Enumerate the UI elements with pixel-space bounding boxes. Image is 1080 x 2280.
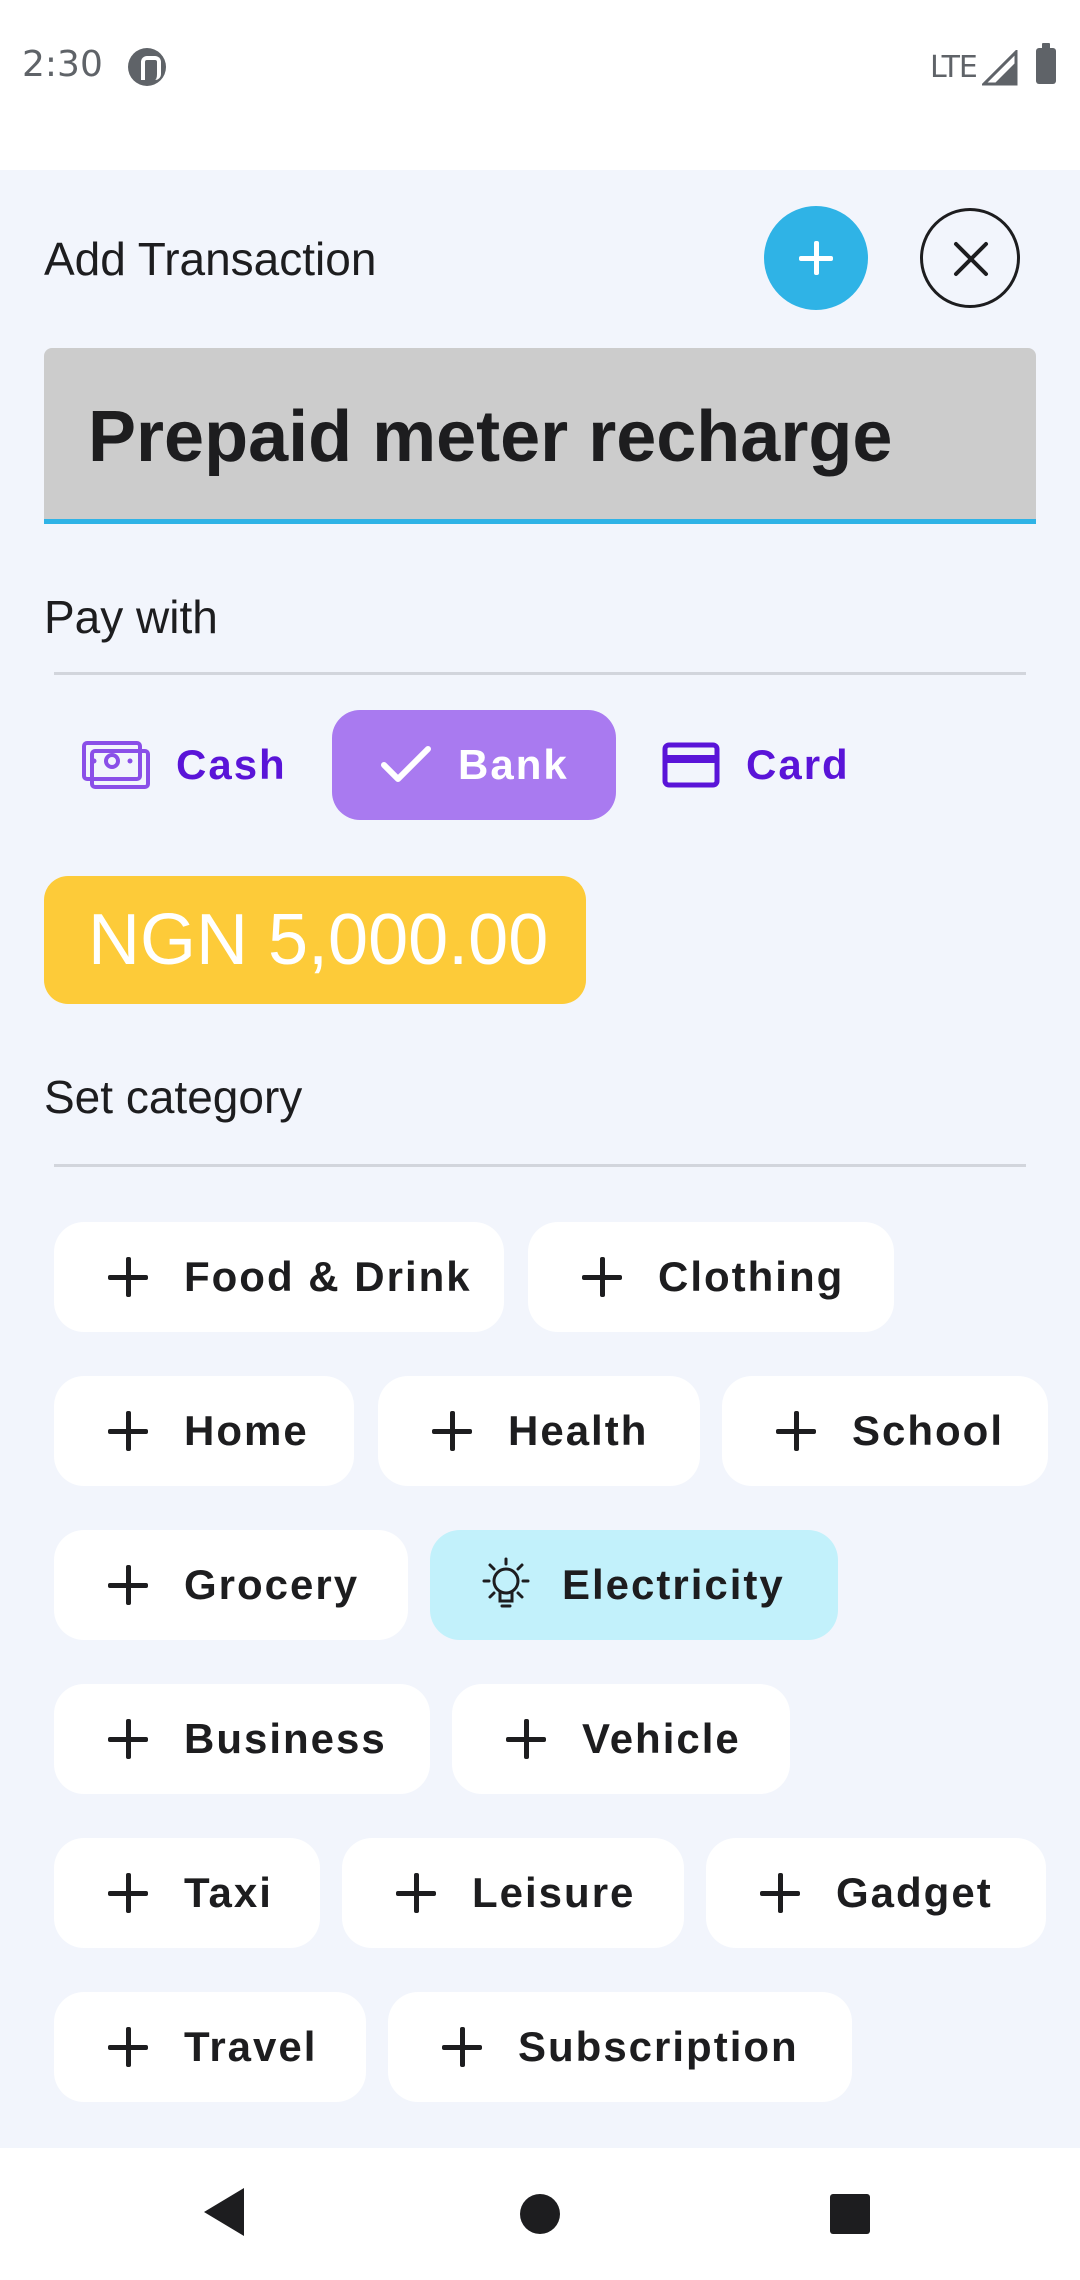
category-chip-business[interactable]: Business — [54, 1684, 430, 1794]
home-circle-icon[interactable] — [520, 2194, 560, 2234]
category-chip-label: Grocery — [184, 1561, 360, 1608]
cash-icon — [82, 741, 150, 789]
lightbulb-icon — [482, 1557, 530, 1608]
category-chip-food-drink[interactable]: Food & Drink — [54, 1222, 504, 1332]
category-chip-taxi[interactable]: Taxi — [54, 1838, 320, 1948]
amount-value: NGN 5,000.00 — [88, 900, 549, 980]
plus-icon — [582, 1257, 622, 1297]
plus-icon — [396, 1873, 436, 1913]
category-divider — [54, 1164, 1026, 1167]
back-triangle-icon[interactable] — [204, 2188, 244, 2236]
app-notification-icon — [128, 48, 166, 86]
category-chip-home[interactable]: Home — [54, 1376, 354, 1486]
plus-icon — [108, 1565, 148, 1605]
checkmark-icon — [381, 746, 431, 782]
pay-option-label: Bank — [458, 741, 569, 788]
category-chip-label: Electricity — [562, 1561, 785, 1608]
signal-icon — [982, 50, 1018, 86]
plus-icon — [108, 1873, 148, 1913]
add-transaction-sheet: Add Transaction Prepaid meter recharge P… — [0, 170, 1080, 2148]
status-time: 2:30 — [22, 44, 103, 85]
system-nav-bar — [0, 2148, 1080, 2280]
close-icon — [954, 242, 988, 276]
category-chip-subscription[interactable]: Subscription — [388, 1992, 852, 2102]
credit-card-icon — [662, 742, 720, 788]
pay-with-label: Pay with — [44, 591, 218, 643]
category-chip-travel[interactable]: Travel — [54, 1992, 366, 2102]
pay-option-cash[interactable]: Cash — [82, 710, 312, 820]
page-title: Add Transaction — [44, 233, 377, 285]
transaction-title-value: Prepaid meter recharge — [88, 397, 893, 477]
pay-option-bank[interactable]: Bank — [332, 710, 616, 820]
category-chip-label: Business — [184, 1715, 387, 1762]
category-chip-label: Gadget — [836, 1869, 993, 1916]
add-button[interactable] — [764, 206, 868, 310]
category-chip-gadget[interactable]: Gadget — [706, 1838, 1046, 1948]
plus-icon — [776, 1411, 816, 1451]
pay-option-card[interactable]: Card — [662, 710, 882, 820]
category-chip-label: Leisure — [472, 1869, 636, 1916]
plus-icon — [506, 1719, 546, 1759]
category-chip-label: Home — [184, 1407, 309, 1454]
amount-chip[interactable]: NGN 5,000.00 — [44, 876, 586, 1004]
set-category-label: Set category — [44, 1071, 303, 1123]
category-chip-label: Taxi — [184, 1869, 273, 1916]
category-chip-vehicle[interactable]: Vehicle — [452, 1684, 790, 1794]
category-chip-leisure[interactable]: Leisure — [342, 1838, 684, 1948]
category-chip-grocery[interactable]: Grocery — [54, 1530, 408, 1640]
plus-icon — [108, 1719, 148, 1759]
category-chip-clothing[interactable]: Clothing — [528, 1222, 894, 1332]
category-chip-electricity[interactable]: Electricity — [430, 1530, 838, 1640]
category-chip-label: Travel — [184, 2023, 318, 2070]
status-bar: 2:30 LTE — [0, 0, 1080, 170]
category-chip-label: Clothing — [658, 1253, 845, 1300]
plus-icon — [760, 1873, 800, 1913]
category-chip-label: Subscription — [518, 2023, 799, 2070]
pay-option-label: Card — [746, 741, 850, 788]
close-button[interactable] — [920, 208, 1020, 308]
category-chip-label: Food & Drink — [184, 1253, 472, 1300]
pay-with-divider — [54, 672, 1026, 675]
category-chip-school[interactable]: School — [722, 1376, 1048, 1486]
category-chip-health[interactable]: Health — [378, 1376, 700, 1486]
category-chip-label: Health — [508, 1407, 649, 1454]
pay-option-label: Cash — [176, 741, 287, 788]
battery-icon — [1036, 43, 1056, 84]
transaction-title-field[interactable]: Prepaid meter recharge — [44, 348, 1036, 524]
plus-icon — [108, 1257, 148, 1297]
plus-icon — [108, 2027, 148, 2067]
plus-icon — [442, 2027, 482, 2067]
plus-icon — [108, 1411, 148, 1451]
plus-icon — [432, 1411, 472, 1451]
category-chip-label: Vehicle — [582, 1715, 741, 1762]
network-type-label: LTE — [930, 50, 978, 85]
category-chip-label: School — [852, 1407, 1005, 1454]
recents-square-icon[interactable] — [830, 2194, 870, 2234]
